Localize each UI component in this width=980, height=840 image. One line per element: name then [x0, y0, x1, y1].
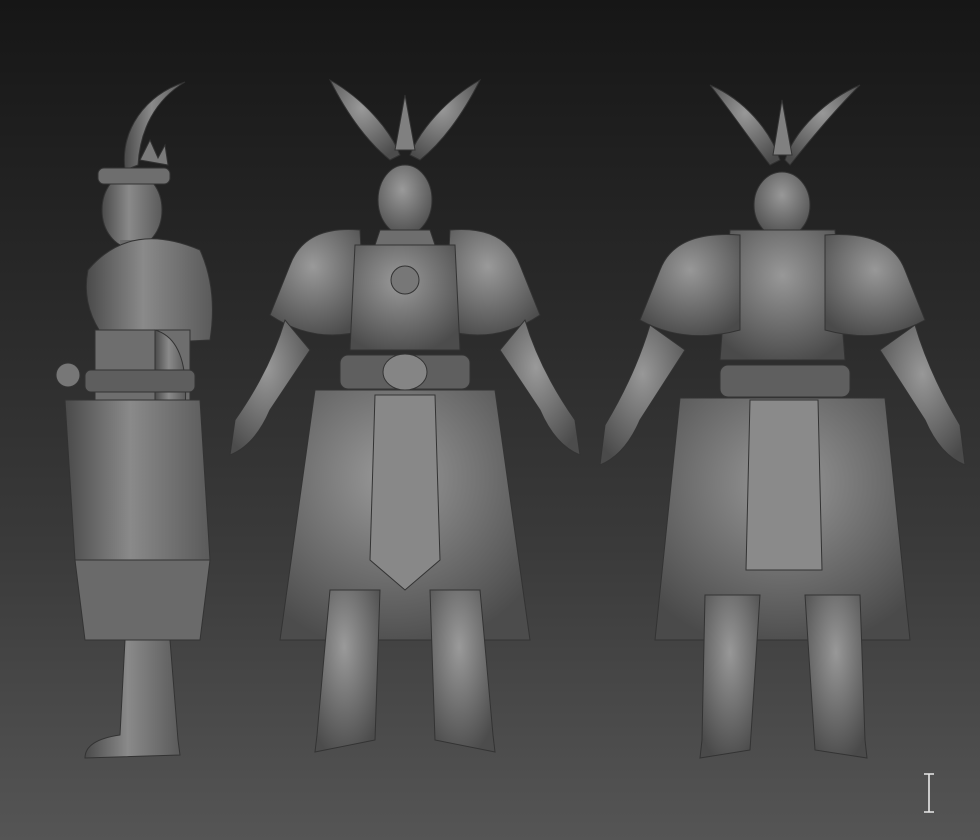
sculpt-viewport[interactable]: [0, 0, 980, 840]
text-cursor-icon: [918, 772, 940, 814]
model-back-view: [590, 0, 980, 840]
model-side-view: [40, 0, 230, 840]
back-view-figure: [599, 84, 966, 759]
model-front-view: [215, 0, 595, 840]
front-view-figure: [229, 78, 581, 753]
side-view-figure: [55, 81, 213, 759]
